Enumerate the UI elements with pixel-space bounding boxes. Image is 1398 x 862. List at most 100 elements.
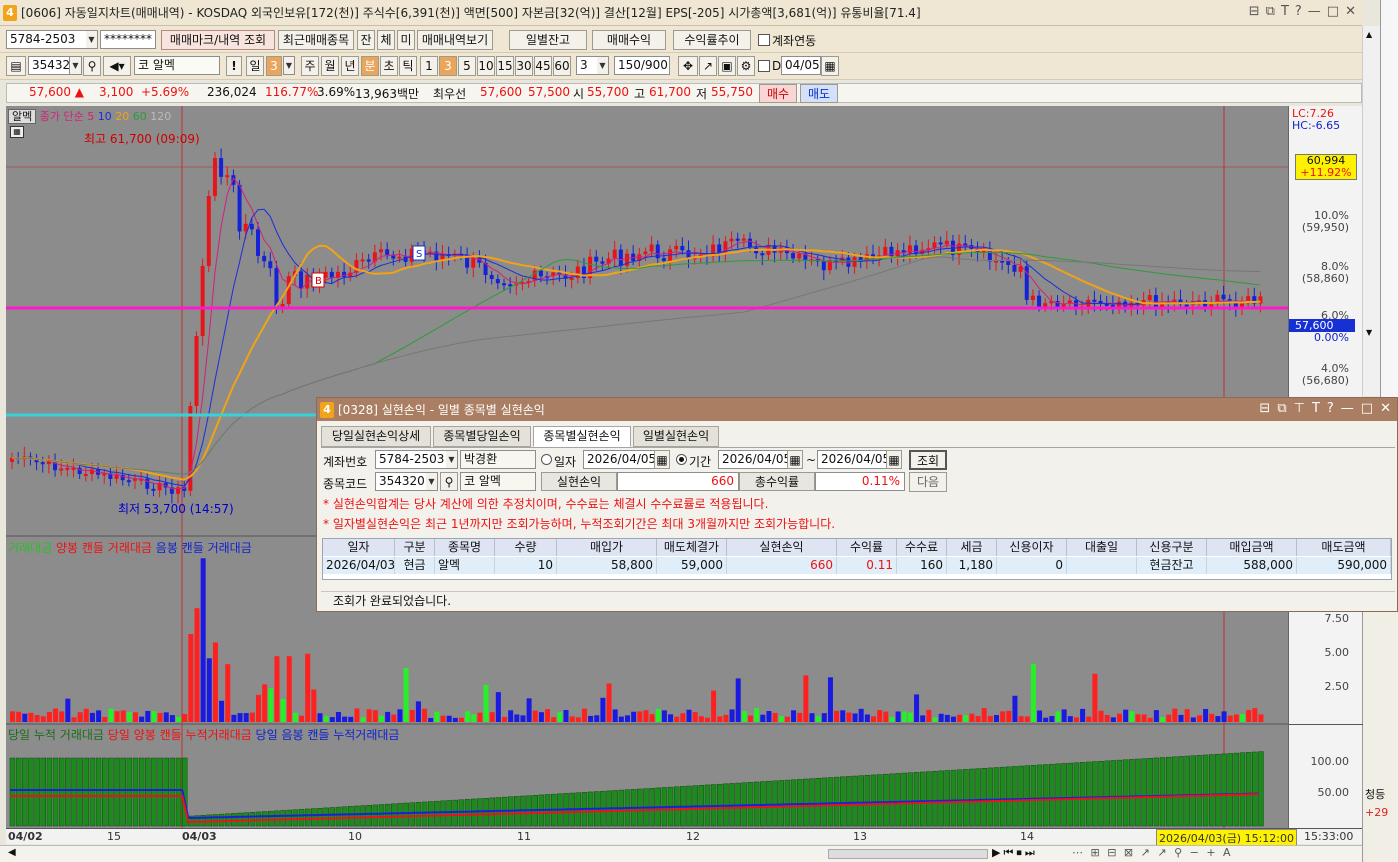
count-input[interactable]: 150/900 xyxy=(614,56,670,75)
scroll-thumb[interactable] xyxy=(828,849,988,859)
cell-loan-date[interactable] xyxy=(1067,557,1137,574)
dialog-account-dropdown-icon[interactable]: ▼ xyxy=(446,450,458,469)
minimize-icon[interactable]: — xyxy=(1308,4,1321,19)
cell-type[interactable]: 현금 xyxy=(395,557,435,574)
cell-credit-type[interactable]: 현금잔고 xyxy=(1137,557,1207,574)
period-day-count[interactable]: 3 xyxy=(266,56,282,76)
cell-sell-amount[interactable]: 590,000 xyxy=(1297,557,1391,574)
password-input[interactable]: ******** xyxy=(100,30,156,49)
profit-trend-button[interactable]: 수익률추이 xyxy=(673,30,751,50)
next-button[interactable]: 다음 xyxy=(909,472,947,492)
chart-scrollbar[interactable]: ◀ ▶⏮⏹⏭ ⋯ ⊞ ⊟ ⊠ ↗ ↗ ⚲ − + A xyxy=(0,845,1362,862)
dialog-close-icon[interactable]: ✕ xyxy=(1380,401,1391,416)
sound-icon[interactable]: ◀▾ xyxy=(103,56,131,76)
cell-buy-price[interactable]: 58,800 xyxy=(557,557,657,574)
dialog-search-icon[interactable]: ⚲ xyxy=(440,472,458,491)
period-second-button[interactable]: 초 xyxy=(380,56,398,76)
interval-45-button[interactable]: 45 xyxy=(534,56,552,76)
from-date-input[interactable]: 2026/04/05 xyxy=(718,450,788,469)
interval-10-button[interactable]: 10 xyxy=(477,56,495,76)
tab-daily-detail[interactable]: 당일실현손익상세 xyxy=(321,426,431,447)
interval-60-button[interactable]: 60 xyxy=(553,56,571,76)
cell-credit-interest[interactable]: 0 xyxy=(997,557,1067,574)
cell-buy-amount[interactable]: 588,000 xyxy=(1207,557,1297,574)
result-grid[interactable]: 일자 구분 종목명 수량 매입가 매도체결가 실현손익 수익률 수수료 세금 신… xyxy=(322,538,1392,580)
tools-icon[interactable]: ✥ xyxy=(678,56,698,76)
balance-button[interactable]: 잔 xyxy=(357,30,375,50)
period-dropdown-icon[interactable]: ▼ xyxy=(283,56,295,75)
date-checkbox[interactable] xyxy=(758,60,770,72)
interval-1-button[interactable]: 1 xyxy=(420,56,438,76)
grid-icon[interactable]: ▦ xyxy=(10,126,24,138)
dialog-help-icon[interactable]: ? xyxy=(1327,401,1334,416)
scroll-down-icon[interactable]: ▼ xyxy=(1366,328,1372,337)
dialog-code-input[interactable]: 354320 xyxy=(375,472,427,491)
dialog-link-icon[interactable]: ⧉ xyxy=(1277,401,1286,416)
account-input[interactable]: 5784-2503 xyxy=(6,30,88,49)
link-account-checkbox[interactable] xyxy=(758,34,770,46)
cell-date[interactable]: 2026/04/03 xyxy=(323,557,395,574)
draw-icon[interactable]: ↗ xyxy=(699,56,717,76)
stock-code-input[interactable]: 354320 xyxy=(28,56,70,75)
interval-3-button[interactable]: 3 xyxy=(439,56,457,76)
recent-trades-button[interactable]: 최근매매종목 xyxy=(278,30,354,50)
alert-icon[interactable]: ! xyxy=(226,56,242,76)
radio-day[interactable] xyxy=(541,454,552,465)
cell-rate[interactable]: 0.11 xyxy=(837,557,897,574)
help-icon[interactable]: ? xyxy=(1295,4,1302,19)
to-calendar-icon[interactable]: ▦ xyxy=(886,450,902,469)
to-date-input[interactable]: 2026/04/05 xyxy=(817,450,887,469)
period-day-button[interactable]: 일 xyxy=(246,56,264,76)
dialog-account-input[interactable]: 5784-2503 xyxy=(375,450,447,469)
day-date-input[interactable]: 2026/04/05 xyxy=(583,450,655,469)
dialog-layout-icon[interactable]: ⊟ xyxy=(1259,401,1270,416)
radio-period[interactable] xyxy=(676,454,687,465)
stock-name-field[interactable]: 코 알멕 xyxy=(134,56,220,75)
tab-daily-realized[interactable]: 일별실현손익 xyxy=(633,426,719,447)
sell-button[interactable]: 매도 xyxy=(800,84,838,103)
layout-icon[interactable]: ⊟ xyxy=(1249,4,1260,19)
daily-balance-button[interactable]: 일별잔고 xyxy=(509,30,587,50)
tab-stock-realized[interactable]: 종목별실현손익 xyxy=(533,426,631,447)
account-dropdown-icon[interactable]: ▼ xyxy=(86,30,98,49)
scroll-nav-icons[interactable]: ▶⏮⏹⏭ xyxy=(992,846,1038,860)
dialog-pin-icon[interactable]: ⊤ xyxy=(1294,401,1305,416)
from-calendar-icon[interactable]: ▦ xyxy=(787,450,803,469)
font-icon[interactable]: T xyxy=(1281,4,1289,19)
dialog-code-dropdown-icon[interactable]: ▼ xyxy=(426,472,438,491)
dialog-minimize-icon[interactable]: — xyxy=(1341,401,1354,416)
save-icon[interactable]: ▣ xyxy=(718,56,736,76)
cell-name[interactable]: 알멕 xyxy=(435,557,495,574)
period-minute-button[interactable]: 분 xyxy=(361,56,379,76)
history-button[interactable]: 매매내역보기 xyxy=(417,30,493,50)
maximize-icon[interactable]: □ xyxy=(1327,4,1339,19)
period-month-button[interactable]: 월 xyxy=(321,56,339,76)
tab-stock-daily[interactable]: 종목별당일손익 xyxy=(433,426,531,447)
search-icon[interactable]: ⚲ xyxy=(83,56,101,76)
mark-query-button[interactable]: 매매마크/내역 조회 xyxy=(161,30,275,50)
main-scrollbar[interactable]: ▲ ▼ xyxy=(1362,26,1380,396)
interval-15-button[interactable]: 15 xyxy=(496,56,514,76)
dialog-maximize-icon[interactable]: □ xyxy=(1361,401,1373,416)
scroll-up-icon[interactable]: ▲ xyxy=(1366,30,1372,39)
chart-menu-icon[interactable]: ▤ xyxy=(6,56,26,76)
cell-realized[interactable]: 660 xyxy=(727,557,837,574)
trade-profit-button[interactable]: 매매수익 xyxy=(592,30,666,50)
cell-qty[interactable]: 10 xyxy=(495,557,557,574)
chart-tool-icons[interactable]: ⋯ ⊞ ⊟ ⊠ ↗ ↗ ⚲ − + A xyxy=(1072,846,1233,859)
date-input[interactable]: 04/05 xyxy=(781,56,821,75)
link-icon[interactable]: ⧉ xyxy=(1266,4,1275,19)
unfilled-button[interactable]: 미 xyxy=(397,30,415,50)
cell-sell-price[interactable]: 59,000 xyxy=(657,557,727,574)
period-week-button[interactable]: 주 xyxy=(301,56,319,76)
calendar-icon[interactable]: ▦ xyxy=(821,56,839,76)
filled-button[interactable]: 체 xyxy=(377,30,395,50)
settings-icon[interactable]: ⚙ xyxy=(737,56,755,76)
chart-tag[interactable]: 알멕 xyxy=(8,109,37,124)
buy-button[interactable]: 매수 xyxy=(759,84,797,103)
interval-30-button[interactable]: 30 xyxy=(515,56,533,76)
period-tick-button[interactable]: 틱 xyxy=(399,56,417,76)
scroll-left-icon[interactable]: ◀ xyxy=(8,847,16,858)
cell-fee[interactable]: 160 xyxy=(897,557,947,574)
query-button[interactable]: 조회 xyxy=(909,450,947,470)
